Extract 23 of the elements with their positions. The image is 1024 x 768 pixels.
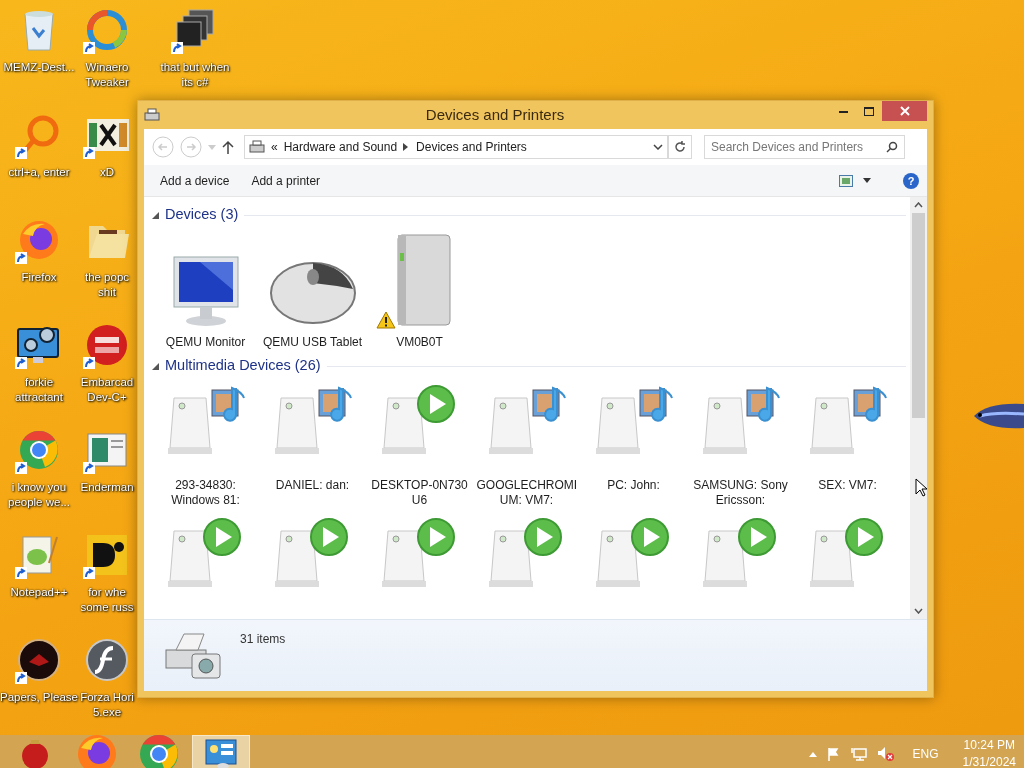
- device-label[interactable]: VM0B0T: [369, 335, 470, 350]
- address-bar[interactable]: « Hardware and Sound Devices and Printers: [244, 135, 668, 159]
- breadcrumb[interactable]: Hardware and Sound: [283, 138, 398, 156]
- search-input[interactable]: Search Devices and Printers: [711, 138, 886, 156]
- device-label[interactable]: 293-34830: Windows 81:: [155, 478, 256, 508]
- group-header[interactable]: Multimedia Devices (26): [165, 355, 321, 377]
- help-button[interactable]: ?: [903, 172, 919, 189]
- item-count: 31 items: [240, 631, 286, 648]
- window-title: Devices and Printers: [424, 104, 566, 125]
- command-button[interactable]: Add a printer: [241, 167, 331, 194]
- device-label[interactable]: QEMU USB Tablet: [262, 335, 363, 350]
- device-label[interactable]: SAMSUNG: Sony Ericsson:: [690, 478, 791, 508]
- device-label[interactable]: GOOGLECHROMI UM: VM7:: [476, 478, 577, 508]
- device-label[interactable]: QEMU Monitor: [155, 335, 256, 350]
- breadcrumb[interactable]: Devices and Printers: [416, 138, 527, 156]
- device-label[interactable]: DESKTOP-0N730 U6: [369, 478, 470, 508]
- device-label[interactable]: SEX: VM7:: [797, 478, 898, 493]
- group-header[interactable]: Devices (3): [165, 204, 239, 226]
- device-label[interactable]: DANIEL: dan:: [262, 478, 363, 493]
- command-button[interactable]: Add a device: [150, 167, 240, 194]
- search-field[interactable]: Search Devices and Printers: [704, 135, 905, 159]
- device-label[interactable]: PC: John:: [583, 478, 684, 493]
- breadcrumb-overflow[interactable]: «: [271, 138, 278, 156]
